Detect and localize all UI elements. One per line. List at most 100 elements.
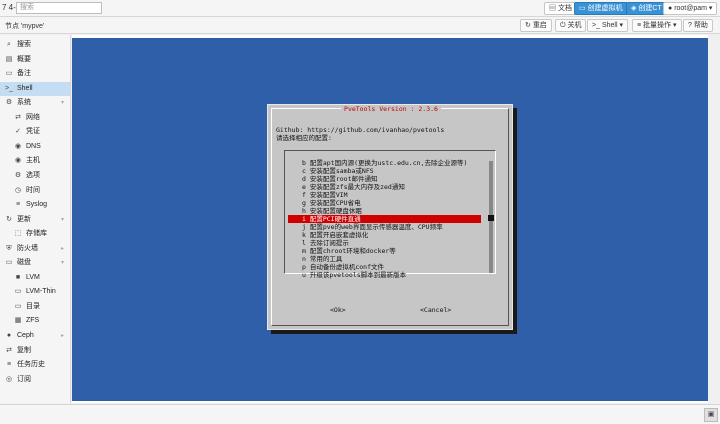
sidebar-item-label: LVM-Thin (26, 288, 56, 296)
sidebar-item-24[interactable]: ◎ 订阅 (0, 373, 70, 387)
menu-item-l[interactable]: l 去除订阅提示 (288, 239, 481, 247)
ok-button[interactable]: <Ok> (330, 306, 346, 314)
user-menu-button[interactable]: ● root@pam ▾ (663, 2, 718, 15)
chevron-down-icon: ▾ (671, 22, 677, 29)
bulk-actions-button[interactable]: ≡ 批量操作 ▾ (632, 19, 682, 32)
sidebar-icon: ◷ (14, 186, 22, 194)
sidebar-item-label: 时间 (26, 186, 40, 194)
sidebar-icon: ⛨ (6, 244, 12, 252)
menu-item-d[interactable]: d 安装配置root邮件通知 (288, 175, 481, 183)
sidebar-item-label: 复制 (17, 346, 31, 354)
chevron-icon[interactable]: ▸ (61, 242, 64, 256)
menu-item-text: 常用的工具 (309, 255, 343, 263)
page-title: 节点 'mypve' (5, 23, 45, 30)
sidebar-item-14[interactable]: ⬚ 存储库 (0, 227, 70, 241)
sidebar-item-label: 任务历史 (17, 361, 45, 369)
menu-item-text: 配置PCI硬件直通 (309, 215, 361, 223)
sidebar-item-label: 更新 (17, 215, 31, 223)
menu-item-text: 自动备份虚拟机conf文件 (309, 263, 384, 271)
menu-item-u[interactable]: u 升级该pvetools脚本到最新版本 (288, 271, 481, 279)
menu-item-e[interactable]: e 安装配置zfs最大内存及zed通知 (288, 183, 481, 191)
sidebar-item-3[interactable]: ▭ 备注 (0, 67, 70, 81)
menu-item-p[interactable]: p 自动备份虚拟机conf文件 (288, 263, 481, 271)
sidebar-item-21[interactable]: ● Ceph ▸ (0, 329, 70, 343)
menu-item-g[interactable]: g 安装配置CPU省电 (288, 199, 481, 207)
node-sidebar: ⌕ 搜索 ▤ 概要 ▭ 备注 >_ Shell ⚙ 系统 ▾ ⇄ 网络 ✓ 凭证 ◉ DNS ◉ 主机 ⚙ 选项 ◷ 时间 ≡… (0, 35, 71, 403)
menu-item-k[interactable]: k 配置开启嵌套虚拟化 (288, 231, 481, 239)
sidebar-item-18[interactable]: ▭ LVM-Thin (0, 285, 70, 299)
menu-item-j[interactable]: j 配置pve的web界面显示传感器温度、CPU频率 (288, 223, 481, 231)
sidebar-item-10[interactable]: ⚙ 选项 (0, 169, 70, 183)
sidebar-icon: ▭ (14, 302, 22, 310)
chevron-icon[interactable]: ▸ (61, 329, 64, 343)
sidebar-item-17[interactable]: ■ LVM (0, 271, 70, 285)
sidebar-item-7[interactable]: ✓ 凭证 (0, 125, 70, 139)
sidebar-item-19[interactable]: ▭ 目录 (0, 300, 70, 314)
help-button[interactable]: ? 帮助 (683, 19, 713, 32)
sidebar-item-13[interactable]: ↻ 更新 ▾ (0, 213, 70, 227)
chevron-icon[interactable]: ▾ (61, 256, 64, 270)
sidebar-item-label: 存储库 (26, 230, 47, 238)
menu-item-text: 安装配置samba或NFS (309, 167, 374, 175)
sidebar-icon: ✓ (15, 128, 21, 136)
sidebar-item-20[interactable]: ▦ ZFS (0, 314, 70, 328)
menu-item-m[interactable]: m 配置chroot环境和docker等 (288, 247, 481, 255)
sidebar-icon: ⇄ (15, 113, 21, 121)
menu-item-i[interactable]: i 配置PCI硬件直通 (288, 215, 481, 223)
menu-list: b 配置apt国内源(更换为ustc.edu.cn,去除企业源等) c 安装配置s… (284, 150, 496, 279)
sidebar-item-1[interactable]: ⌕ 搜索 (0, 38, 70, 52)
sidebar-icon: ≡ (15, 201, 21, 209)
sidebar-item-5[interactable]: ⚙ 系统 ▾ (0, 96, 70, 110)
create-vm-button[interactable]: ▭ 创建虚拟机 (574, 2, 628, 15)
sidebar-item-23[interactable]: ≡ 任务历史 (0, 358, 70, 372)
sidebar-item-12[interactable]: ≡ Syslog (0, 198, 70, 212)
search-input[interactable]: 搜索 (16, 2, 102, 14)
sidebar-item-4[interactable]: >_ Shell (0, 81, 70, 96)
main-panel: PveTools Version : 2.3.6 Github: https:/… (72, 35, 708, 403)
menu-item-f[interactable]: f 安装配置VIM (288, 191, 481, 199)
shell-button[interactable]: >_ Shell ▾ (587, 19, 628, 32)
sidebar-item-11[interactable]: ◷ 时间 (0, 184, 70, 198)
menu-item-text: 配置chroot环境和docker等 (309, 247, 396, 255)
sidebar-item-label: 防火墙 (17, 244, 38, 252)
sidebar-icon: ◎ (5, 375, 13, 383)
menu-item-b[interactable]: b 配置apt国内源(更换为ustc.edu.cn,去除企业源等) (288, 159, 481, 167)
menu-item-h[interactable]: h 安装配置硬盘休眠 (288, 207, 481, 215)
restart-button[interactable]: ↻ 重启 (520, 19, 552, 32)
scrollbar[interactable] (488, 161, 494, 273)
shutdown-button[interactable]: ⏻ 关机 (555, 19, 587, 32)
dialog-title: PveTools Version : 2.3.6 (268, 105, 514, 113)
sidebar-item-2[interactable]: ▤ 概要 (0, 53, 70, 67)
sidebar-item-9[interactable]: ◉ 主机 (0, 154, 70, 168)
scrollbar-thumb[interactable] (488, 215, 494, 221)
sidebar-item-6[interactable]: ⇄ 网络 (0, 111, 70, 125)
chevron-icon[interactable]: ▾ (61, 96, 64, 110)
sidebar-item-16[interactable]: ▭ 磁盘 ▾ (0, 256, 70, 270)
sidebar-item-label: 搜索 (17, 41, 31, 48)
cancel-button[interactable]: <Cancel> (420, 306, 451, 314)
sidebar-item-label: DNS (26, 142, 41, 150)
shell-console[interactable]: PveTools Version : 2.3.6 Github: https:/… (72, 38, 708, 401)
docs-button[interactable]: ▤ 文档 (544, 2, 577, 15)
sidebar-item-label: 概要 (17, 55, 31, 63)
sidebar-icon: ↻ (6, 215, 12, 223)
chevron-down-icon: ▾ (617, 22, 623, 29)
sidebar-item-8[interactable]: ◉ DNS (0, 140, 70, 154)
sidebar-item-22[interactable]: ⇄ 复制 (0, 344, 70, 358)
menu-item-text: 去除订阅提示 (309, 239, 349, 247)
sidebar-icon: ● (6, 332, 12, 339)
chevron-down-icon: ▾ (706, 5, 713, 12)
sidebar-icon: ■ (15, 273, 21, 281)
sidebar-item-label: 备注 (17, 70, 31, 78)
menu-item-c[interactable]: c 安装配置samba或NFS (288, 167, 481, 175)
sidebar-item-15[interactable]: ⛨ 防火墙 ▸ (0, 242, 70, 256)
menu-item-n[interactable]: n 常用的工具 (288, 255, 481, 263)
pvetools-dialog: PveTools Version : 2.3.6 Github: https:/… (267, 104, 513, 330)
create-ct-button[interactable]: ◈ 创建CT (626, 2, 667, 15)
sidebar-icon: >_ (5, 84, 13, 92)
sidebar-icon: ⬚ (14, 230, 22, 238)
sidebar-item-label: 凭证 (26, 128, 40, 136)
chevron-icon[interactable]: ▾ (61, 213, 64, 227)
collapse-icon[interactable]: ▣ (704, 408, 718, 422)
sidebar-item-label: Shell (17, 84, 33, 92)
